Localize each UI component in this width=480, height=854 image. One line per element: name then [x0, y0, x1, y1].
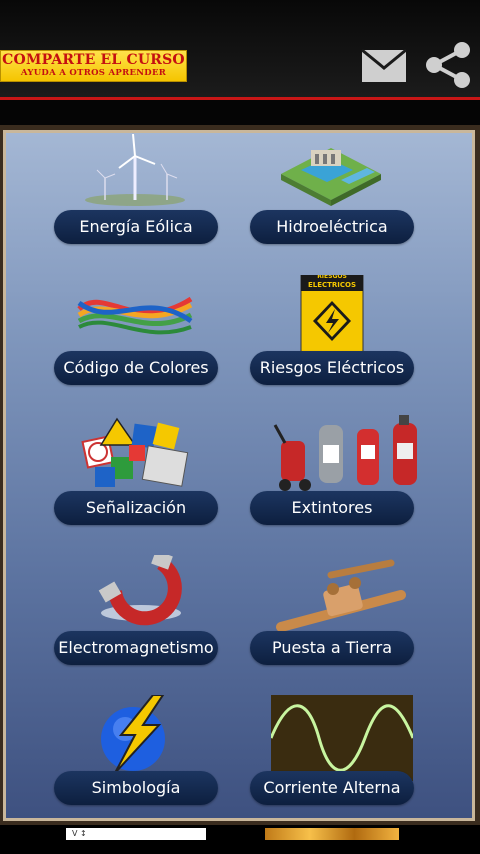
menu-tile-codigo-de-colores[interactable]: Código de Colores [30, 271, 240, 411]
colored-wires-icon [75, 275, 195, 347]
electrical-hazard-sign-icon: RIESGOS ELECTRICOS [271, 268, 391, 356]
svg-text:RIESGOS: RIESGOS [317, 275, 347, 280]
senalizacion-button[interactable]: Señalización [54, 491, 218, 525]
share-banner-subtitle: AYUDA A OTROS APRENDER [20, 68, 167, 78]
share-banner-title: COMPARTE EL CURSO [2, 52, 185, 68]
electromagnetismo-button[interactable]: Electromagnetismo [54, 631, 218, 665]
menu-tile-energia-eolica[interactable]: Energía Eólica [30, 130, 240, 270]
grounding-clamp-icon [271, 555, 406, 632]
menu-tile-electromagnetismo[interactable]: Electromagnetismo [30, 550, 240, 691]
safety-signs-icon [75, 415, 195, 487]
header-spacer [0, 100, 480, 125]
hidroelectrica-button[interactable]: Hidroeléctrica [250, 210, 414, 244]
menu-tile-hidroelectrica[interactable]: Hidroeléctrica [226, 130, 436, 270]
wind-turbine-icon [75, 133, 195, 206]
menu-tile-riesgos-electricos[interactable]: RIESGOS ELECTRICOS Riesgos Eléctricos [226, 268, 436, 411]
share-course-banner[interactable]: COMPARTE EL CURSO AYUDA A OTROS APRENDER [0, 50, 187, 82]
fire-extinguishers-icon [271, 415, 417, 491]
menu-tile-corriente-alterna[interactable]: Corriente Alterna [226, 691, 436, 831]
magnet-icon [75, 550, 195, 627]
mail-icon[interactable] [360, 48, 408, 84]
riesgos-electricos-button[interactable]: Riesgos Eléctricos [250, 351, 414, 385]
menu-tile-simbologia[interactable]: Simbología [30, 691, 240, 831]
simbologia-button[interactable]: Simbología [54, 771, 218, 805]
corriente-alterna-button[interactable]: Corriente Alterna [250, 771, 414, 805]
codigo-de-colores-button[interactable]: Código de Colores [54, 351, 218, 385]
share-icon[interactable] [424, 40, 472, 90]
menu-tile-extintores[interactable]: Extintores [226, 411, 436, 551]
sine-wave-icon [269, 695, 415, 781]
svg-text:ELECTRICOS: ELECTRICOS [308, 281, 356, 289]
lightning-globe-icon [75, 694, 195, 774]
hydroelectric-dam-icon [271, 134, 391, 206]
ad-left[interactable]: V ↕ [66, 828, 206, 840]
extintores-button[interactable]: Extintores [250, 491, 414, 525]
energia-eolica-button[interactable]: Energía Eólica [54, 210, 218, 244]
menu-tile-puesta-a-tierra[interactable]: Puesta a Tierra [226, 551, 436, 691]
menu-tile-senalizacion[interactable]: Señalización [30, 411, 240, 551]
ad-right[interactable] [265, 828, 399, 840]
puesta-a-tierra-button[interactable]: Puesta a Tierra [250, 631, 414, 665]
